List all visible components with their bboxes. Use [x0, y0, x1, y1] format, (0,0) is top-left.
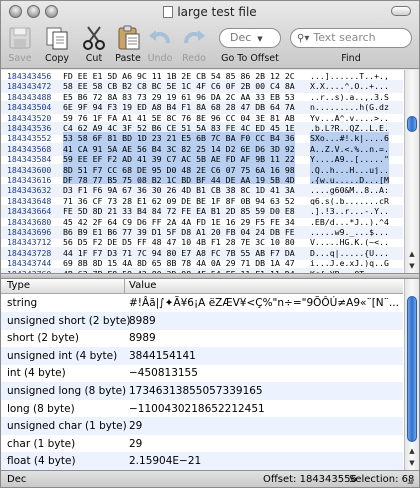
inspector-value-cell: −450813155 [129, 367, 198, 380]
scissors-icon [83, 26, 105, 50]
search-icon[interactable]: ⚲▾ [297, 33, 309, 44]
window-title-text: large test file [177, 5, 257, 19]
status-offset: Offset: 184343556 [263, 474, 357, 485]
find-label: Find [341, 53, 361, 64]
undo-label: Undo [147, 53, 173, 64]
hex-scroll-thumb[interactable] [407, 116, 417, 132]
inspector-value-cell: 29 [129, 437, 143, 450]
column-divider[interactable] [124, 279, 125, 294]
cut-label: Cut [85, 53, 103, 64]
inspector-row[interactable]: char (1 byte) 29 [1, 435, 403, 453]
inspector-row[interactable]: unsigned short (2 byte) 8989 [1, 311, 403, 330]
inspector-row[interactable]: int (4 byte) −450813155 [1, 364, 403, 382]
inspector-type-cell: float (4 byte) [7, 455, 76, 468]
hex-scrollbar[interactable]: ▲ ▼ [404, 70, 419, 273]
redo-label: Redo [182, 53, 206, 64]
inspector-value-cell: 2.15904E−21 [129, 455, 202, 468]
window-toolbar: large test file Save Copy Cut Paste Undo… [1, 1, 419, 69]
resize-grip-icon[interactable]: ◢ [407, 476, 417, 486]
status-selection: Selection: 68 [349, 474, 415, 485]
inspector-row[interactable]: unsigned int (4 byte) 3844154141 [1, 346, 403, 365]
redo-button[interactable]: Redo [179, 25, 209, 64]
scroll-up-icon[interactable]: ▲ [405, 445, 419, 457]
goto-offset-control: Dec ▼ Go To Offset [215, 25, 285, 64]
chevron-down-icon[interactable]: ▼ [257, 35, 262, 43]
inspector-scroll-thumb[interactable] [407, 296, 417, 442]
paste-label: Paste [115, 53, 141, 64]
save-label: Save [8, 53, 32, 64]
inspector-type-cell: unsigned char (1 byte) [7, 420, 127, 433]
text-search-input[interactable]: ⚲▾ Text search [290, 28, 412, 48]
inspector-type-cell: unsigned int (4 byte) [7, 349, 118, 362]
inspector-type-cell: char (1 byte) [7, 437, 76, 450]
inspector-type-cell: short (2 byte) [7, 332, 79, 345]
cut-button[interactable]: Cut [79, 25, 109, 64]
type-column-header[interactable]: Type [7, 280, 30, 291]
inspector-type-cell: unsigned short (2 byte) [7, 314, 131, 327]
hex-editor-window: large test file Save Copy Cut Paste Undo… [0, 0, 420, 488]
copy-icon [46, 27, 68, 50]
inspector-value-cell: 8989 [129, 314, 156, 327]
copy-button[interactable]: Copy [39, 25, 75, 64]
scroll-down-icon[interactable]: ▼ [405, 260, 419, 272]
copy-label: Copy [44, 53, 70, 64]
find-control: ⚲▾ Text search Find [287, 25, 415, 64]
inspector-type-cell: string [7, 297, 38, 309]
inspector-row[interactable]: short (2 byte) 8989 [1, 329, 403, 347]
inspector-scrollbar[interactable]: ▲ ▼ [404, 279, 419, 470]
inspector-row[interactable]: long (8 byte) −1100430218652212451 [1, 400, 403, 418]
window-title: large test file [1, 5, 419, 19]
text-search-placeholder: Text search [313, 31, 376, 44]
inspector-value-cell: 3844154141 [129, 349, 196, 362]
floppy-disk-icon [9, 27, 31, 49]
inspector-header: Type Value [1, 279, 403, 294]
scroll-up-icon[interactable]: ▲ [405, 248, 419, 260]
inspector-value-cell: #!Âã|∫✦Ã¥6¡A ëZÆV¥<Ç%"n÷="9ÕÔÚ≠A9«¨[N¨..… [129, 297, 399, 309]
document-icon [163, 6, 174, 18]
inspector-value-cell: 17346313855057339165 [129, 385, 263, 397]
toolbar-toggle-button[interactable] [391, 6, 411, 16]
data-inspector: Type Value string #!Âã|∫✦Ã¥6¡A ëZÆV¥<Ç%"n… [1, 279, 419, 470]
status-bar: Dec Offset: 184343556 Selection: 68 ◢ [1, 470, 419, 487]
hex-view[interactable]: 184343456 FD EE E1 5D A6 9C 11 1B 2E CB 5… [1, 70, 419, 273]
clipboard-icon [118, 25, 140, 50]
title-bar[interactable]: large test file [1, 1, 419, 23]
inspector-row[interactable]: unsigned long (8 byte) 173463138550573391… [1, 382, 403, 400]
inspector-row[interactable]: string #!Âã|∫✦Ã¥6¡A ëZÆV¥<Ç%"n÷="9ÕÔÚ≠A9«… [1, 294, 403, 312]
goto-offset-label: Go To Offset [221, 53, 279, 64]
scroll-down-icon[interactable]: ▼ [405, 457, 419, 469]
undo-arrow-icon [149, 30, 170, 44]
undo-button[interactable]: Undo [145, 25, 175, 64]
inspector-row[interactable]: float (4 byte) 2.15904E−21 [1, 452, 403, 470]
inspector-type-cell: unsigned long (8 byte) [7, 385, 127, 397]
inspector-value-cell: −1100430218652212451 [129, 402, 265, 415]
inspector-row[interactable]: unsigned char (1 byte) 29 [1, 417, 403, 436]
inspector-type-cell: int (4 byte) [7, 367, 66, 380]
status-mode: Dec [7, 474, 27, 485]
paste-button[interactable]: Paste [111, 25, 145, 64]
goto-offset-mode: Dec [230, 31, 252, 44]
save-button[interactable]: Save [5, 25, 35, 64]
goto-offset-field[interactable]: Dec ▼ [219, 28, 281, 48]
inspector-value-cell: 29 [129, 420, 143, 433]
inspector-value-cell: 8989 [129, 332, 156, 345]
value-column-header[interactable]: Value [129, 280, 156, 291]
inspector-type-cell: long (8 byte) [7, 402, 75, 415]
redo-arrow-icon [184, 30, 205, 44]
